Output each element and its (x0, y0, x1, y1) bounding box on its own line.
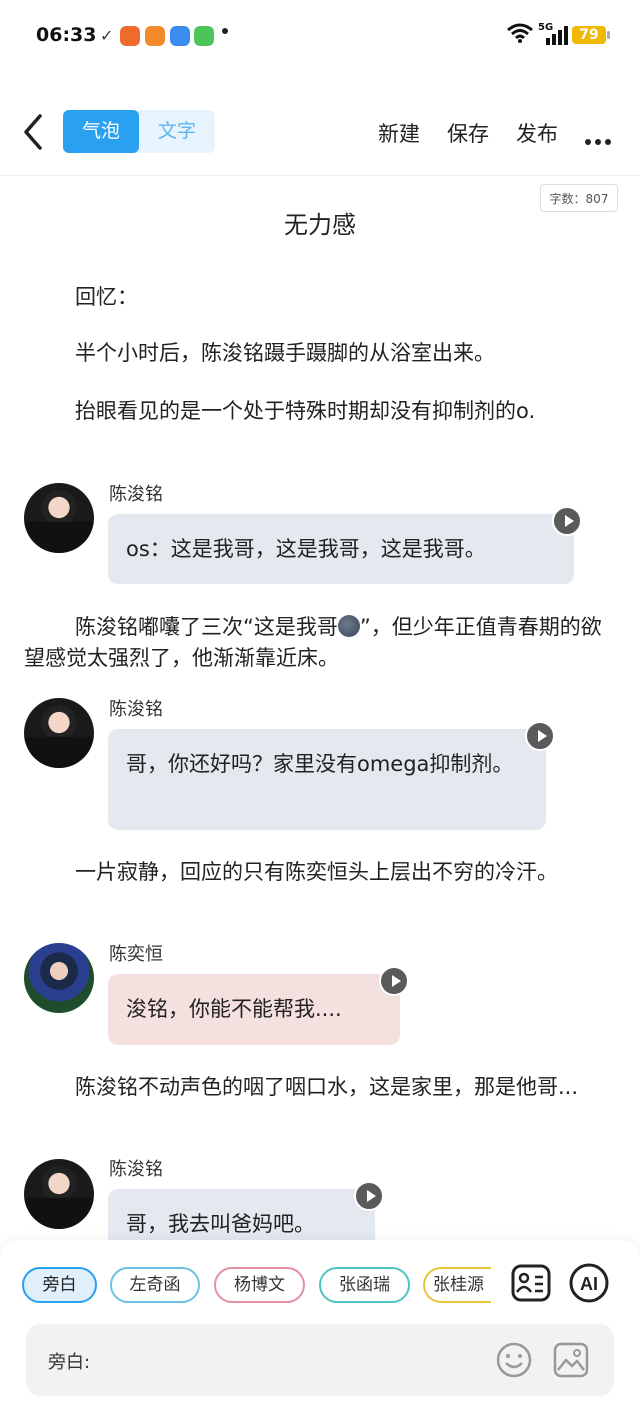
narration-paragraph[interactable]: 半个小时后，陈浚铭蹑手蹑脚的从浴室出来。 (24, 338, 604, 369)
chat-bubble[interactable]: os：这是我哥，这是我哥，这是我哥。 (108, 514, 574, 584)
more-notifications-dot (222, 28, 228, 34)
ai-label: AI (580, 1274, 598, 1294)
new-button[interactable]: 新建 (378, 118, 420, 148)
save-button[interactable]: 保存 (447, 118, 489, 148)
back-arrow-icon[interactable] (18, 112, 48, 152)
speaker-name: 陈奕恒 (109, 944, 163, 965)
app-notification-icon-1 (120, 26, 140, 46)
play-icon[interactable] (379, 966, 409, 996)
play-icon[interactable] (525, 721, 555, 751)
status-bar: 06:33 ✓ 5G 79 (0, 0, 640, 72)
editor-toolbar: 气泡 文字 新建 保存 发布 (0, 100, 640, 166)
character-chip-narration[interactable]: 旁白 (22, 1267, 97, 1303)
ai-assistant-icon[interactable]: AI (569, 1263, 609, 1303)
avatar[interactable] (24, 698, 94, 768)
emoji-icon[interactable] (496, 1342, 532, 1378)
document-title[interactable]: 无力感 (0, 205, 640, 240)
publish-button[interactable]: 发布 (516, 118, 558, 148)
bottom-input-panel: 旁白 左奇函 杨博文 张函瑞 张桂源 AI 旁白: (0, 1240, 640, 1426)
character-chip[interactable]: 杨博文 (214, 1267, 305, 1303)
moon-emoji-icon (337, 615, 360, 637)
narration-paragraph[interactable]: 陈浚铭不动声色的咽了咽口水，这是家里，那是他哥... (24, 1072, 604, 1103)
tab-text[interactable]: 文字 (139, 110, 215, 153)
chat-bubble[interactable]: 浚铭，你能不能帮我.... (108, 974, 400, 1045)
tab-bubble[interactable]: 气泡 (63, 110, 139, 153)
mode-switch: 气泡 文字 (63, 110, 215, 153)
avatar[interactable] (24, 1159, 94, 1229)
image-icon[interactable] (553, 1342, 589, 1378)
narration-paragraph[interactable]: 回忆： (24, 282, 604, 313)
speaker-name: 陈浚铭 (109, 699, 163, 720)
character-chip[interactable]: 左奇函 (110, 1267, 200, 1303)
character-chip[interactable]: 张桂源 (423, 1267, 491, 1303)
narration-paragraph[interactable]: 陈浚铭嘟囔了三次“这是我哥 ”，但少年正值青春期的欲望感觉太强烈了，他渐渐靠近床。 (24, 612, 604, 674)
dialogue-input[interactable]: 旁白: (26, 1324, 614, 1396)
signal-icon (546, 26, 568, 45)
app-notification-icon-4 (194, 26, 214, 46)
character-manage-icon[interactable] (511, 1263, 551, 1303)
avatar[interactable] (24, 483, 94, 553)
character-chip[interactable]: 张函瑞 (319, 1267, 410, 1303)
speaker-name: 陈浚铭 (109, 484, 163, 505)
wifi-icon (507, 23, 533, 43)
narration-paragraph[interactable]: 抬眼看见的是一个处于特殊时期却没有抑制剂的o. (24, 396, 604, 427)
more-options-icon[interactable] (585, 130, 615, 149)
narration-paragraph[interactable]: 一片寂静，回应的只有陈奕恒头上层出不穷的冷汗。 (24, 857, 604, 888)
avatar[interactable] (24, 943, 94, 1013)
play-icon[interactable] (552, 506, 582, 536)
app-notification-icon-2 (145, 26, 165, 46)
battery-level: 79 (572, 26, 606, 44)
app-notification-icon-3 (170, 26, 190, 46)
battery-icon (607, 31, 610, 39)
check-icon: ✓ (100, 26, 114, 45)
status-time: 06:33 (36, 24, 97, 46)
toolbar-divider (0, 175, 640, 176)
speaker-name: 陈浚铭 (109, 1159, 163, 1180)
input-role-label: 旁白: (48, 1352, 91, 1373)
chat-bubble[interactable]: 哥，你还好吗？家里没有omega抑制剂。 (108, 729, 546, 830)
play-icon[interactable] (354, 1181, 384, 1211)
